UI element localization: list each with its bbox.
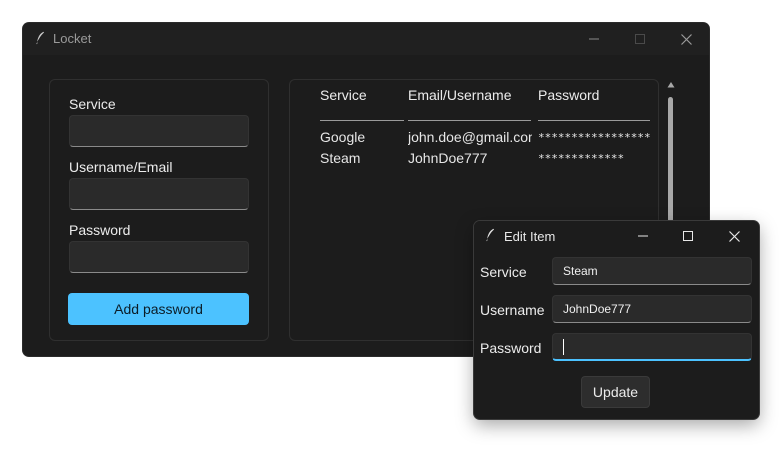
feather-icon <box>35 31 45 45</box>
maximize-button[interactable] <box>617 23 663 55</box>
maximize-button[interactable] <box>665 221 711 251</box>
close-button[interactable] <box>711 221 757 251</box>
header-divider <box>538 120 650 121</box>
column-header-username[interactable]: Email/Username <box>408 87 511 103</box>
header-divider <box>408 120 531 121</box>
service-label: Service <box>69 96 116 112</box>
table-cell-username[interactable]: john.doe@gmail.com <box>408 129 532 145</box>
edit-password-input[interactable] <box>552 333 752 361</box>
scrollbar-thumb[interactable] <box>668 97 673 227</box>
edit-item-window: Edit Item Service Steam Username JohnDoe… <box>474 221 759 419</box>
edit-service-label: Service <box>480 264 527 280</box>
username-label: Username/Email <box>69 159 173 175</box>
service-input[interactable] <box>69 115 249 147</box>
header-divider <box>320 120 404 121</box>
column-header-service[interactable]: Service <box>320 87 367 103</box>
table-cell-password[interactable]: ************* <box>538 152 651 165</box>
feather-icon <box>485 228 495 242</box>
maximize-icon <box>683 231 693 241</box>
edit-username-value: JohnDoe777 <box>563 302 632 316</box>
edit-window-title: Edit Item <box>504 229 556 244</box>
maximize-icon <box>635 34 645 44</box>
minimize-icon <box>638 235 648 237</box>
edit-username-label: Username <box>480 302 545 318</box>
edit-service-value: Steam <box>563 264 598 278</box>
minimize-button[interactable] <box>571 23 617 55</box>
password-input[interactable] <box>69 241 249 273</box>
close-icon <box>680 33 692 45</box>
close-button[interactable] <box>663 23 709 55</box>
edit-title-bar[interactable]: Edit Item <box>474 221 759 251</box>
minimize-button[interactable] <box>620 221 666 251</box>
table-cell-service[interactable]: Google <box>320 129 404 145</box>
add-password-button[interactable]: Add password <box>68 293 249 325</box>
password-label: Password <box>69 222 131 238</box>
edit-service-input[interactable]: Steam <box>552 257 752 285</box>
update-button[interactable]: Update <box>581 376 650 408</box>
text-caret <box>563 338 564 355</box>
username-input[interactable] <box>69 178 249 210</box>
close-icon <box>728 230 740 242</box>
table-cell-username[interactable]: JohnDoe777 <box>408 150 532 166</box>
column-header-password[interactable]: Password <box>538 87 599 103</box>
table-cell-service[interactable]: Steam <box>320 150 404 166</box>
title-bar[interactable]: Locket <box>23 23 709 55</box>
scroll-up-icon <box>667 82 675 88</box>
edit-username-input[interactable]: JohnDoe777 <box>552 295 752 323</box>
table-cell-password[interactable]: ******************** <box>538 131 651 144</box>
edit-password-label: Password <box>480 340 542 356</box>
minimize-icon <box>589 38 599 40</box>
window-title: Locket <box>53 31 92 46</box>
